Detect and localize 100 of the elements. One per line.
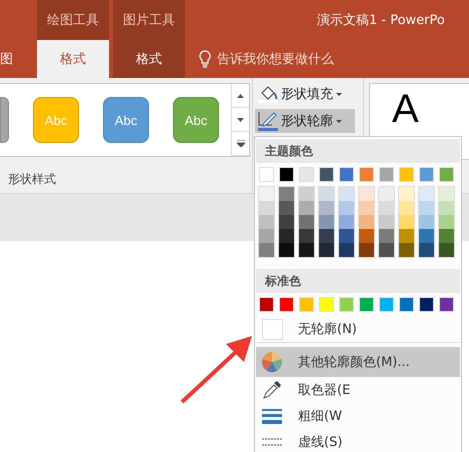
color-swatch[interactable] — [319, 229, 334, 243]
color-swatch[interactable] — [399, 187, 414, 201]
color-swatch[interactable] — [359, 297, 374, 312]
color-swatch[interactable] — [259, 229, 274, 243]
color-swatch[interactable] — [339, 167, 354, 182]
color-swatch[interactable] — [339, 187, 354, 201]
lightbulb-icon — [199, 50, 211, 68]
ribbon-tab[interactable]: 格式 — [37, 40, 109, 78]
color-swatch[interactable] — [339, 297, 354, 312]
color-swatch[interactable] — [279, 187, 294, 201]
pencil-icon — [258, 111, 278, 131]
ribbon-tab[interactable]: 格式 — [113, 40, 185, 78]
color-swatch[interactable] — [259, 215, 274, 229]
color-swatch[interactable] — [359, 243, 374, 257]
color-swatch[interactable] — [279, 229, 294, 243]
menu-item[interactable]: 取色器(E — [256, 377, 460, 403]
color-swatch[interactable] — [379, 187, 394, 201]
color-swatch[interactable] — [279, 201, 294, 215]
color-swatch[interactable] — [399, 167, 414, 182]
menu-item[interactable]: 虚线(S) — [256, 429, 460, 452]
shape-style-swatch[interactable] — [0, 97, 9, 143]
color-swatch[interactable] — [419, 201, 434, 215]
color-swatch[interactable] — [419, 229, 434, 243]
color-swatch[interactable] — [299, 201, 314, 215]
color-swatch[interactable] — [279, 215, 294, 229]
color-swatch[interactable] — [339, 229, 354, 243]
color-swatch[interactable] — [319, 187, 334, 201]
color-swatch[interactable] — [399, 243, 414, 257]
color-swatch[interactable] — [319, 167, 334, 182]
menu-item[interactable]: 无轮廓(N) — [256, 316, 460, 343]
color-swatch[interactable] — [359, 167, 374, 182]
color-swatch[interactable] — [359, 229, 374, 243]
color-swatch[interactable] — [439, 297, 454, 312]
color-swatch[interactable] — [439, 187, 454, 201]
color-swatch[interactable] — [439, 167, 454, 182]
menu-section-header: 主题颜色 — [256, 139, 460, 163]
up-triangle-icon — [237, 94, 244, 98]
color-swatch[interactable] — [419, 167, 434, 182]
color-swatch[interactable] — [419, 215, 434, 229]
color-swatch[interactable] — [379, 215, 394, 229]
eyedropper-icon — [262, 380, 282, 400]
color-swatch[interactable] — [279, 167, 294, 182]
tool-group-header: 绘图工具 — [37, 0, 109, 40]
shape-outline-button[interactable]: 形状轮廓 — [255, 109, 355, 133]
color-swatch[interactable] — [259, 243, 274, 257]
color-swatch[interactable] — [259, 297, 274, 312]
color-swatch[interactable] — [359, 215, 374, 229]
color-swatch[interactable] — [399, 229, 414, 243]
color-swatch[interactable] — [339, 201, 354, 215]
tool-group-header: 图片工具 — [113, 0, 185, 40]
tell-me-search[interactable]: 告诉我你想要做什么 — [199, 50, 334, 68]
color-swatch[interactable] — [259, 167, 274, 182]
color-swatch[interactable] — [379, 243, 394, 257]
color-swatch[interactable] — [319, 297, 334, 312]
color-swatch[interactable] — [299, 167, 314, 182]
color-swatch[interactable] — [439, 229, 454, 243]
wordart-sample[interactable]: A — [392, 87, 419, 131]
color-swatch[interactable] — [419, 187, 434, 201]
color-swatch[interactable] — [299, 297, 314, 312]
color-swatch[interactable] — [419, 243, 434, 257]
ribbon-tab[interactable]: 图 — [0, 40, 33, 78]
shape-fill-button[interactable]: 形状填充 — [255, 82, 355, 106]
menu-item[interactable]: 粗细(W — [256, 403, 460, 429]
empty-swatch-icon — [262, 318, 282, 340]
menu-section-header: 标准色 — [256, 269, 460, 293]
color-swatch[interactable] — [319, 243, 334, 257]
color-swatch[interactable] — [299, 243, 314, 257]
color-swatch[interactable] — [319, 215, 334, 229]
caret-icon — [336, 120, 342, 122]
color-swatch[interactable] — [399, 201, 414, 215]
color-swatch[interactable] — [339, 215, 354, 229]
color-swatch[interactable] — [299, 215, 314, 229]
color-swatch[interactable] — [379, 201, 394, 215]
color-swatch[interactable] — [299, 187, 314, 201]
caret-icon — [336, 92, 342, 96]
menu-item[interactable]: 其他轮廓颜色(M)... — [256, 347, 460, 377]
color-swatch[interactable] — [359, 201, 374, 215]
color-swatch[interactable] — [259, 201, 274, 215]
color-swatch[interactable] — [319, 201, 334, 215]
color-swatch[interactable] — [339, 243, 354, 257]
paint-bucket-icon — [258, 85, 278, 103]
color-swatch[interactable] — [399, 297, 414, 312]
color-swatch[interactable] — [299, 229, 314, 243]
dashed-line-icon — [262, 437, 282, 447]
color-swatch[interactable] — [439, 215, 454, 229]
color-swatch[interactable] — [419, 297, 434, 312]
color-wheel-icon — [261, 351, 283, 373]
color-swatch[interactable] — [399, 215, 414, 229]
color-swatch[interactable] — [439, 201, 454, 215]
color-swatch[interactable] — [379, 167, 394, 182]
color-swatch[interactable] — [379, 297, 394, 312]
color-swatch[interactable] — [279, 243, 294, 257]
line-weight-icon — [262, 408, 282, 424]
group-label: 形状样式 — [7, 171, 57, 188]
color-swatch[interactable] — [379, 229, 394, 243]
down-triangle-icon — [237, 118, 244, 122]
color-swatch[interactable] — [359, 187, 374, 201]
color-swatch[interactable] — [439, 243, 454, 257]
color-swatch[interactable] — [259, 187, 274, 201]
color-swatch[interactable] — [279, 297, 294, 312]
